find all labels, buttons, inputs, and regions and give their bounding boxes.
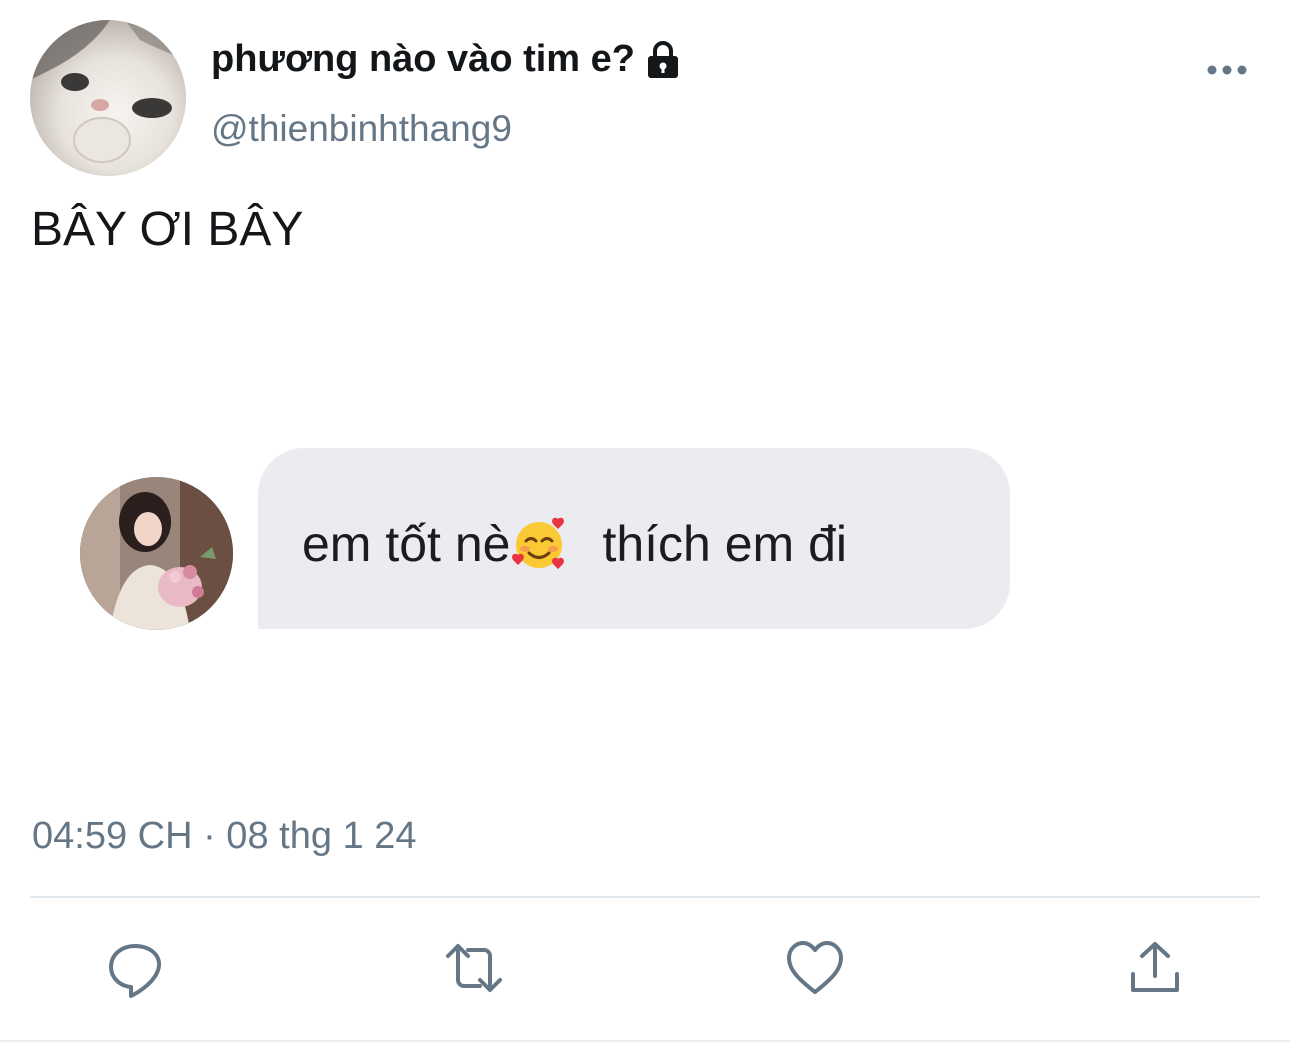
share-icon[interactable] [1125, 938, 1185, 998]
user-handle[interactable]: @thienbinhthang9 [211, 108, 512, 150]
display-name: phương nào vào tim e? [211, 38, 635, 80]
display-name-row[interactable]: phương nào vào tim e? [211, 38, 679, 81]
profile-avatar[interactable] [30, 20, 186, 176]
more-icon[interactable] [1206, 60, 1248, 80]
heart-icon[interactable] [785, 938, 845, 998]
tweet-text: BÂY ƠI BÂY [31, 203, 304, 256]
message-text-row: em tốt nè thích em đi [302, 515, 847, 573]
message-sender-avatar [80, 477, 233, 630]
message-text-part1: em tốt nè [302, 516, 511, 572]
reply-icon[interactable] [105, 938, 165, 998]
divider [30, 896, 1260, 898]
message-text-part2: thích em đi [602, 516, 848, 572]
tweet-timestamp[interactable]: 04:59 CH · 08 thg 1 24 [32, 815, 416, 858]
smiling-face-with-hearts-icon [510, 515, 568, 573]
lock-icon [647, 40, 679, 79]
bottom-border [0, 1040, 1290, 1042]
retweet-icon[interactable] [444, 938, 504, 998]
